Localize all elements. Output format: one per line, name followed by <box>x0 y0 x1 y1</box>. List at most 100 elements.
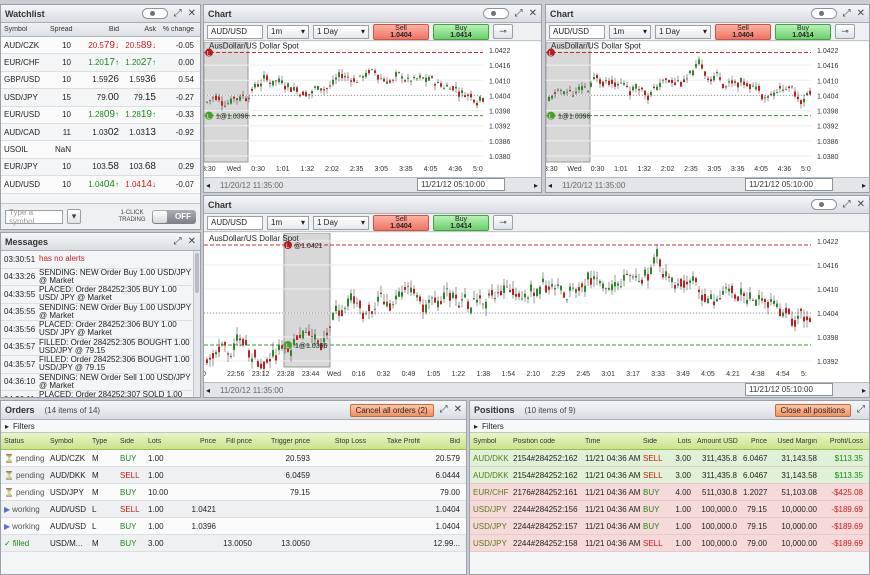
maximize-icon[interactable]: ⤢ <box>843 8 851 19</box>
watchlist-row[interactable]: AUD/CAD 11 1.0302 1.0313 -0.92 <box>1 124 200 142</box>
panel-menu-toggle[interactable] <box>810 8 837 19</box>
orders-col-take-profit[interactable]: Take Profit <box>369 438 423 445</box>
order-row[interactable]: ▶ working AUD/USD L BUY 1.00 1.0396 1.0404 <box>1 518 466 535</box>
close-icon[interactable]: ✕ <box>857 8 865 19</box>
orders-filters[interactable]: ▸ Filters <box>1 420 466 433</box>
scroll-right-icon[interactable]: ▸ <box>534 181 538 190</box>
col-change[interactable]: % change <box>159 26 197 33</box>
interval-select[interactable]: 1m ▾ <box>609 24 651 39</box>
col-spread[interactable]: Spread <box>47 26 74 33</box>
maximize-icon[interactable]: ⤢ <box>174 8 182 19</box>
orders-col-trigger-price[interactable]: Trigger price <box>255 438 313 445</box>
positions-col-lots[interactable]: Lots <box>666 438 694 445</box>
crosshair-icon[interactable]: ⊸ <box>835 24 855 39</box>
orders-col-lots[interactable]: Lots <box>145 438 179 445</box>
panel-menu-toggle[interactable] <box>810 199 837 210</box>
ask-cell[interactable]: 1.5936 <box>122 74 159 85</box>
buy-button[interactable]: Buy 1.0414 <box>775 23 831 40</box>
position-row[interactable]: USD/JPY 2244#284252:158 11/21 04:36 AM SELL… <box>470 535 869 552</box>
ask-cell[interactable]: 1.0414↓ <box>122 179 159 190</box>
range-select[interactable]: 1 Day ▾ <box>313 215 369 230</box>
ask-cell[interactable]: 79.15 <box>122 92 159 103</box>
col-bid[interactable]: Bid <box>74 26 122 33</box>
nav-end-date[interactable]: 11/21/12 05:10:00 <box>745 383 833 396</box>
nav-end-date[interactable]: 11/21/12 05:10:00 <box>417 178 505 191</box>
position-row[interactable]: AUD/DKK 2154#284252:162 11/21 04:36 AM SELL… <box>470 450 869 467</box>
positions-col-used-margin[interactable]: Used Margin <box>770 438 820 445</box>
scroll-left-icon[interactable]: ◂ <box>206 386 210 395</box>
positions-filters[interactable]: ▸ Filters <box>470 420 869 433</box>
watchlist-row[interactable]: AUD/CZK 10 20.579↓ 20.589↓ -0.05 <box>1 37 200 55</box>
close-icon[interactable]: ✕ <box>188 8 196 19</box>
orders-col-bid[interactable]: Bid <box>423 438 463 445</box>
close-icon[interactable]: ✕ <box>188 236 196 247</box>
watchlist-row[interactable]: EUR/CHF 10 1.2017↑ 1.2027↑ 0.00 <box>1 54 200 72</box>
sell-button[interactable]: Sell 1.0404 <box>373 23 429 40</box>
maximize-icon[interactable]: ⤢ <box>843 199 851 210</box>
col-ask[interactable]: Ask <box>122 26 159 33</box>
chevron-down-icon[interactable]: ▾ <box>67 209 81 224</box>
panel-menu-toggle[interactable] <box>141 8 168 19</box>
interval-select[interactable]: 1m ▾ <box>267 215 309 230</box>
close-icon[interactable]: ✕ <box>857 199 865 210</box>
positions-col-price[interactable]: Price <box>740 438 770 445</box>
order-row[interactable]: ⏳ pending AUD/CZK M BUY 1.00 20.593 20.579 <box>1 450 466 467</box>
order-row[interactable]: ⏳ pending USD/JPY M BUY 10.00 79.15 79.00 <box>1 484 466 501</box>
chart-symbol-input[interactable]: AUD/USD <box>207 24 263 39</box>
scroll-right-icon[interactable]: ▸ <box>862 386 866 395</box>
cancel-all-orders-button[interactable]: Cancel all orders (2) <box>349 403 434 417</box>
watchlist-row[interactable]: EUR/USD 10 1.2809↑ 1.2819↑ -0.33 <box>1 106 200 124</box>
order-row[interactable]: ✓ filled USD/M... M BUY 3.00 13.0050 13.0050 12.… <box>1 535 466 552</box>
watchlist-row[interactable]: AUD/USD 10 1.0404↑ 1.0414↓ -0.07 <box>1 176 200 194</box>
position-row[interactable]: USD/JPY 2244#284252:157 11/21 04:36 AM BUY 1… <box>470 518 869 535</box>
ask-cell[interactable]: 103.68 <box>122 161 159 172</box>
watchlist-row[interactable]: USOIL NaN <box>1 141 200 159</box>
positions-col-symbol[interactable]: Symbol <box>470 438 510 445</box>
bid-cell[interactable]: 1.2017↑ <box>74 57 122 68</box>
symbol-search-input[interactable]: Type a symbol <box>5 208 63 226</box>
orders-col-symbol[interactable]: Symbol <box>47 438 89 445</box>
bid-cell[interactable]: 103.58 <box>74 161 122 172</box>
orders-col-side[interactable]: Side <box>117 438 145 445</box>
order-row[interactable]: ▶ working AUD/USD L SELL 1.00 1.0421 1.0404 <box>1 501 466 518</box>
bid-cell[interactable]: 1.5926 <box>74 74 122 85</box>
maximize-icon[interactable]: ⤢ <box>174 236 182 247</box>
position-row[interactable]: AUD/DKK 2154#284252:162 11/21 04:36 AM SELL… <box>470 467 869 484</box>
order-row[interactable]: ⏳ pending AUD/DKK M SELL 1.00 6.0459 6.0444 <box>1 467 466 484</box>
nav-end-date[interactable]: 11/21/12 05:10:00 <box>745 178 833 191</box>
interval-select[interactable]: 1m ▾ <box>267 24 309 39</box>
positions-col-time[interactable]: Time <box>582 438 640 445</box>
close-all-positions-button[interactable]: Close all positions <box>774 403 851 417</box>
orders-col-stop-loss[interactable]: Stop Loss <box>313 438 369 445</box>
messages-scrollbar[interactable] <box>193 251 200 397</box>
chart-symbol-input[interactable]: AUD/USD <box>549 24 605 39</box>
bid-cell[interactable]: 79.00 <box>74 92 122 103</box>
bid-cell[interactable]: 1.0404↑ <box>74 179 122 190</box>
panel-menu-toggle[interactable] <box>482 8 509 19</box>
orders-col-fill-price[interactable]: Fill price <box>219 438 255 445</box>
range-select[interactable]: 1 Day ▾ <box>655 24 711 39</box>
orders-col-price[interactable]: Price <box>179 438 219 445</box>
scroll-left-icon[interactable]: ◂ <box>206 181 210 190</box>
price-chart[interactable]: 1.0422 1.0416 1.0410 1.0404 1.0398 1.0392 0 22:… <box>204 233 869 397</box>
ask-cell[interactable]: 20.589↓ <box>122 40 159 51</box>
ask-cell[interactable]: 1.2819↑ <box>122 109 159 120</box>
maximize-icon[interactable]: ⤢ <box>515 8 523 19</box>
ask-cell[interactable]: 1.2027↑ <box>122 57 159 68</box>
one-click-toggle[interactable]: OFF <box>152 209 196 224</box>
watchlist-row[interactable]: USD/JPY 15 79.00 79.15 -0.27 <box>1 89 200 107</box>
watchlist-row[interactable]: EUR/JPY 10 103.58 103.68 0.29 <box>1 159 200 177</box>
bid-cell[interactable]: 1.2809↑ <box>74 109 122 120</box>
price-chart[interactable]: 1.0422 1.0416 1.0410 1.0404 1.0398 1.0392 1.03… <box>546 42 869 192</box>
range-select[interactable]: 1 Day ▾ <box>313 24 369 39</box>
buy-button[interactable]: Buy 1.0414 <box>433 23 489 40</box>
position-row[interactable]: USD/JPY 2244#284252:156 11/21 04:36 AM BUY 1… <box>470 501 869 518</box>
sell-button[interactable]: Sell 1.0404 <box>373 214 429 231</box>
bid-cell[interactable]: 20.579↓ <box>74 40 122 51</box>
orders-col-type[interactable]: Type <box>89 438 117 445</box>
col-symbol[interactable]: Symbol <box>1 26 47 33</box>
maximize-icon[interactable]: ⤢ <box>857 405 865 415</box>
scroll-right-icon[interactable]: ▸ <box>862 181 866 190</box>
sell-button[interactable]: Sell 1.0404 <box>715 23 771 40</box>
close-icon[interactable]: ✕ <box>454 405 462 415</box>
